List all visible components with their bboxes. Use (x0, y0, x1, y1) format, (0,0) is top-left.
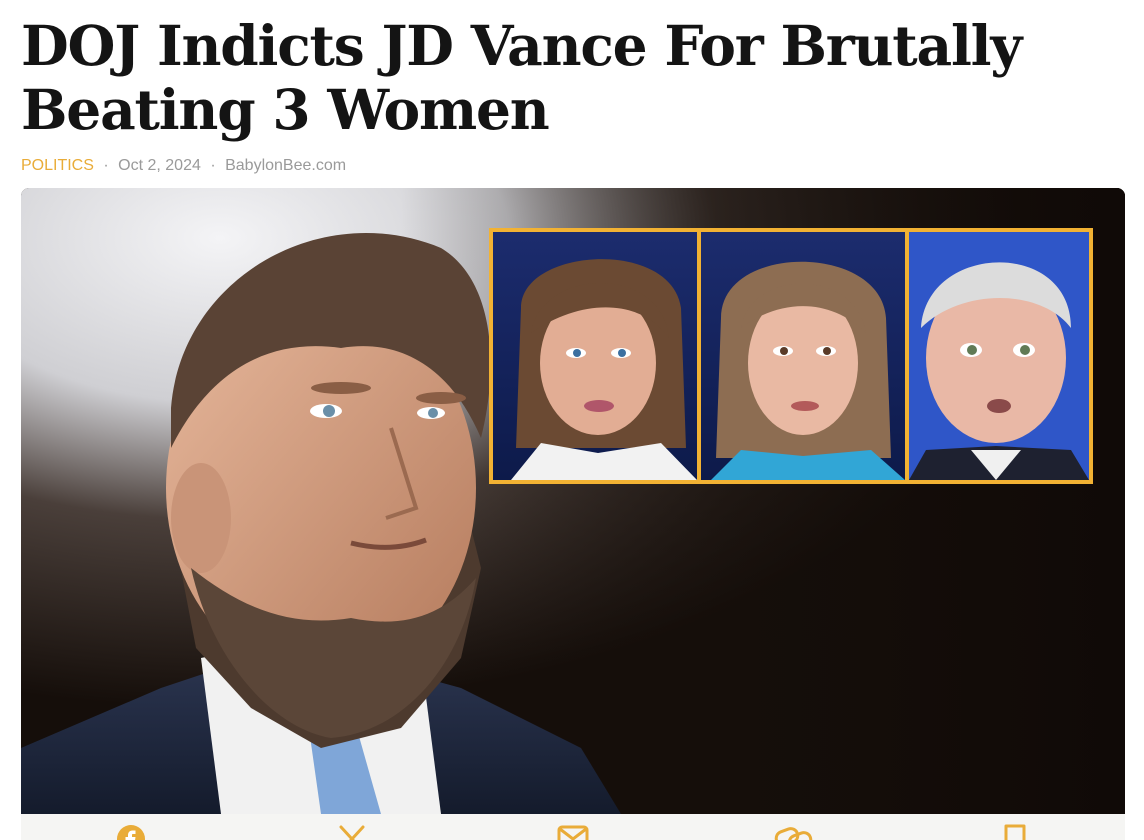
inset-video-panel (489, 228, 1093, 484)
link-icon (774, 827, 813, 840)
article-meta: POLITICS · Oct 2, 2024 · BabylonBee.com (21, 156, 1121, 176)
article-header: DOJ Indicts JD Vance For Brutally Beatin… (21, 14, 1121, 176)
meta-separator: · (103, 157, 109, 174)
source-name: BabylonBee.com (225, 157, 347, 174)
article-headline: DOJ Indicts JD Vance For Brutally Beatin… (21, 13, 1022, 142)
copy-link-button[interactable] (764, 814, 824, 840)
category-link[interactable]: POLITICS (21, 157, 94, 174)
publish-date: Oct 2, 2024 (118, 157, 201, 174)
meta-separator: · (210, 157, 216, 174)
share-x-button[interactable] (322, 814, 382, 840)
inset-person-2 (711, 261, 905, 480)
bookmark-button[interactable] (985, 814, 1045, 840)
email-icon (557, 825, 589, 840)
bookmark-icon (1004, 824, 1026, 840)
hero-illustration (21, 188, 1125, 814)
share-facebook-button[interactable] (101, 814, 161, 840)
article-hero-image (21, 188, 1125, 814)
x-icon (339, 825, 365, 840)
inset-person-1 (511, 259, 697, 480)
share-bar (21, 814, 1125, 840)
facebook-icon (117, 825, 146, 840)
share-email-button[interactable] (543, 814, 603, 840)
